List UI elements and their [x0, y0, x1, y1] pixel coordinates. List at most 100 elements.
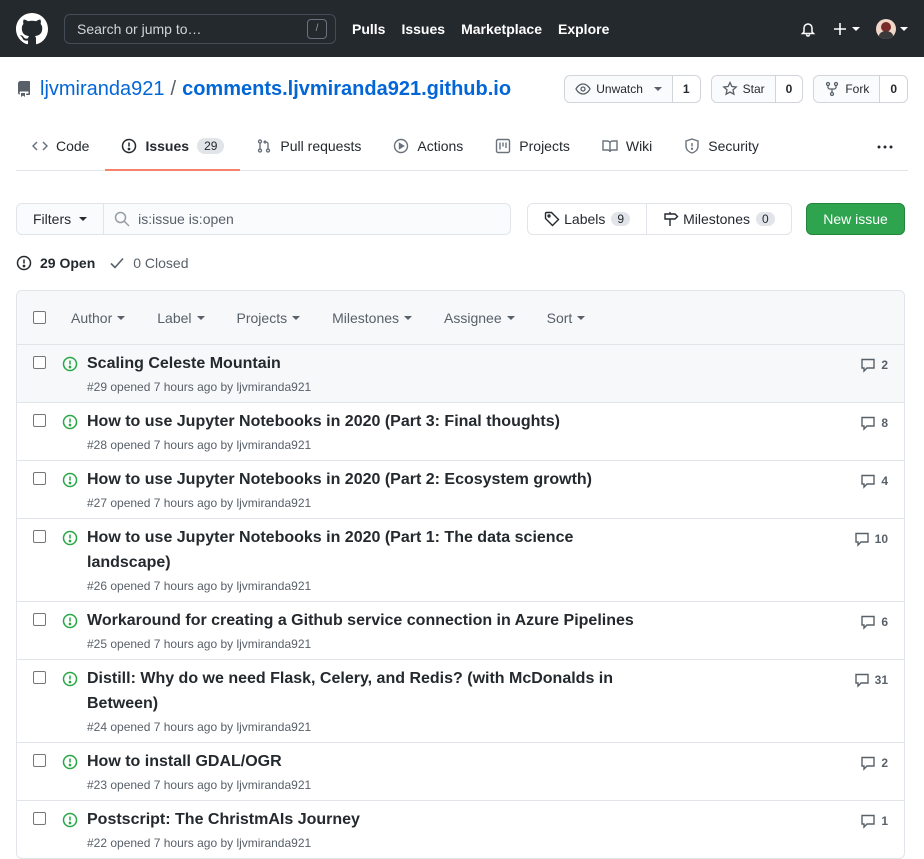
issue-comments-link[interactable]: 31 — [854, 672, 888, 688]
issue-title-link[interactable]: How to use Jupyter Notebooks in 2020 (Pa… — [87, 467, 657, 492]
issue-title-link[interactable]: Postscript: The ChristmAIs Journey — [87, 807, 657, 832]
issue-checkbox[interactable] — [33, 472, 46, 485]
issue-meta: #24 opened 7 hours ago by ljvmiranda921 — [87, 720, 312, 734]
issue-title-link[interactable]: Workaround for creating a Github service… — [87, 608, 657, 633]
repo-actions: Unwatch 1 Star 0 Fork 0 — [564, 75, 908, 103]
tab-actions-label: Actions — [417, 138, 464, 154]
filters-dropdown[interactable]: Filters — [16, 203, 105, 235]
repo-owner-link[interactable]: ljvmiranda921 — [40, 78, 165, 101]
select-all-checkbox[interactable] — [33, 311, 46, 324]
closed-issues-link[interactable]: 0 Closed — [109, 255, 189, 271]
issue-checkbox[interactable] — [33, 812, 46, 825]
repo-name-link[interactable]: comments.ljvmiranda921.github.io — [182, 78, 511, 101]
labels-button[interactable]: Labels 9 — [528, 204, 646, 234]
issue-comments-link[interactable]: 10 — [854, 531, 888, 547]
issue-comments-link[interactable]: 8 — [860, 415, 888, 431]
tab-security[interactable]: Security — [668, 123, 775, 171]
author-filter[interactable]: Author — [71, 310, 126, 326]
labels-milestones-group: Labels 9 Milestones 0 — [527, 203, 792, 235]
chevron-down-icon — [292, 315, 301, 320]
stargazers-count[interactable]: 0 — [775, 76, 803, 102]
issue-checkbox[interactable] — [33, 613, 46, 626]
comment-icon — [861, 416, 876, 431]
nav-explore[interactable]: Explore — [558, 21, 609, 37]
plus-icon — [834, 22, 846, 35]
issue-title-link[interactable]: Scaling Celeste Mountain — [87, 351, 657, 376]
tab-projects[interactable]: Projects — [479, 123, 586, 171]
issue-row: How to install GDAL/OGR #23 opened 7 hou… — [17, 742, 904, 800]
issue-title-link[interactable]: How to use Jupyter Notebooks in 2020 (Pa… — [87, 525, 657, 575]
issue-search-input[interactable]: is:issue is:open — [104, 203, 512, 235]
issue-comments-link[interactable]: 1 — [860, 813, 888, 829]
comment-icon — [854, 673, 869, 688]
issues-list-header: Author Label Projects Milestones Assigne… — [17, 291, 904, 345]
unwatch-label: Unwatch — [596, 82, 643, 96]
issue-row: Scaling Celeste Mountain #29 opened 7 ho… — [17, 345, 904, 402]
nav-marketplace[interactable]: Marketplace — [461, 21, 542, 37]
label-filter[interactable]: Label — [157, 310, 205, 326]
watchers-count[interactable]: 1 — [672, 76, 700, 102]
issue-comments-link[interactable]: 6 — [860, 614, 888, 630]
issue-checkbox[interactable] — [33, 414, 46, 427]
tag-icon — [544, 211, 560, 227]
issue-comment-count: 8 — [881, 416, 888, 430]
tab-code[interactable]: Code — [16, 123, 105, 171]
unwatch-button[interactable]: Unwatch — [565, 76, 673, 102]
issue-checkbox[interactable] — [33, 530, 46, 543]
comment-icon — [861, 615, 876, 630]
more-tabs-button[interactable] — [876, 123, 908, 170]
new-issue-button[interactable]: New issue — [806, 203, 905, 235]
sort-filter-label: Sort — [546, 309, 573, 326]
issue-title-link[interactable]: Distill: Why do we need Flask, Celery, a… — [87, 666, 657, 716]
play-icon — [394, 138, 409, 154]
github-logo-icon[interactable] — [16, 12, 48, 45]
chevron-down-icon — [79, 217, 88, 221]
issue-meta: #25 opened 7 hours ago by ljvmiranda921 — [87, 637, 312, 651]
fork-button[interactable]: Fork — [814, 76, 881, 102]
comment-icon — [861, 814, 876, 829]
issue-checkbox[interactable] — [33, 671, 46, 684]
tab-security-label: Security — [708, 138, 759, 154]
issue-comments-link[interactable]: 4 — [860, 473, 888, 489]
tab-wiki[interactable]: Wiki — [586, 123, 668, 171]
tab-issues[interactable]: Issues 29 — [105, 123, 241, 171]
issue-row: Workaround for creating a Github service… — [17, 601, 904, 659]
nav-issues[interactable]: Issues — [401, 21, 445, 37]
issue-checkbox[interactable] — [33, 754, 46, 767]
sort-filter[interactable]: Sort — [547, 310, 586, 326]
milestones-filter[interactable]: Milestones — [332, 310, 413, 326]
issue-title-link[interactable]: How to install GDAL/OGR — [87, 749, 657, 774]
issue-opened-icon — [62, 472, 78, 488]
notifications-button[interactable] — [800, 21, 816, 37]
projects-filter[interactable]: Projects — [237, 310, 301, 326]
user-menu-button[interactable] — [876, 18, 908, 39]
issue-comments-link[interactable]: 2 — [860, 755, 888, 771]
issue-comment-count: 10 — [874, 532, 888, 546]
watch-button-group: Unwatch 1 — [564, 75, 701, 103]
kebab-horizontal-icon — [877, 145, 893, 148]
issues-count-badge: 29 — [197, 138, 225, 154]
issue-comments-link[interactable]: 2 — [860, 357, 888, 373]
tab-pull-requests-label: Pull requests — [280, 138, 362, 154]
issue-opened-icon — [62, 812, 78, 828]
open-issues-link[interactable]: 29 Open — [16, 255, 95, 271]
star-button[interactable]: Star — [711, 76, 776, 102]
forks-count[interactable]: 0 — [880, 76, 907, 102]
issue-title-link[interactable]: How to use Jupyter Notebooks in 2020 (Pa… — [87, 409, 657, 434]
tab-pull-requests[interactable]: Pull requests — [240, 123, 377, 171]
create-new-button[interactable] — [832, 21, 860, 37]
nav-pulls[interactable]: Pulls — [352, 21, 385, 37]
assignee-filter[interactable]: Assignee — [444, 310, 515, 326]
fork-button-group: Fork 0 — [813, 75, 908, 103]
issue-checkbox[interactable] — [33, 356, 46, 369]
comment-icon — [861, 474, 876, 489]
list-filter-bar: Author Label Projects Milestones Assigne… — [71, 310, 617, 326]
issue-row: Distill: Why do we need Flask, Celery, a… — [17, 659, 904, 742]
chevron-down-icon — [852, 26, 860, 31]
issue-opened-icon — [62, 671, 78, 687]
chevron-down-icon — [900, 26, 908, 31]
tab-actions[interactable]: Actions — [377, 123, 479, 171]
chevron-down-icon — [404, 315, 413, 320]
milestones-button[interactable]: Milestones 0 — [646, 204, 791, 234]
global-search-input[interactable]: Search or jump to… / — [64, 13, 336, 44]
